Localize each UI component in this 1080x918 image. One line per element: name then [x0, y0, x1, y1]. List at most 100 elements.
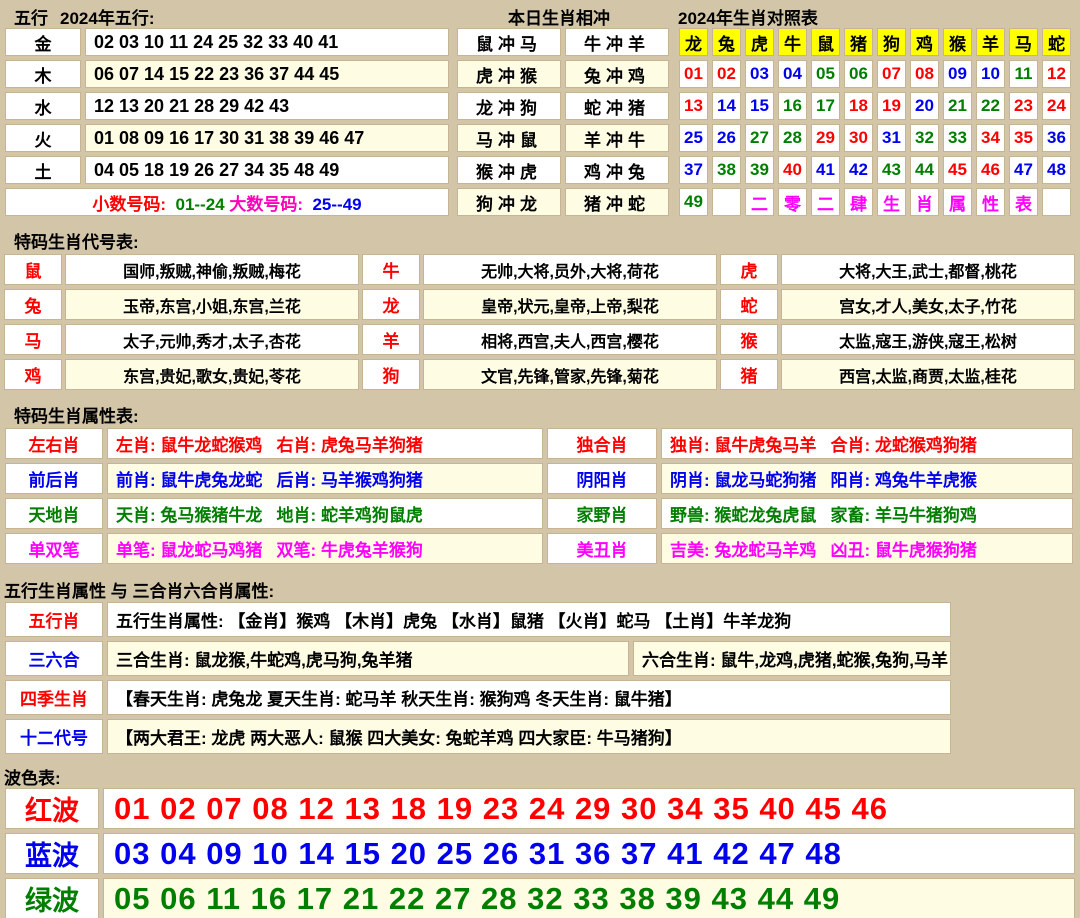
zodiac-number-cell: 15: [745, 92, 774, 120]
zodiac-number-cell: 46: [976, 156, 1005, 184]
zodiac-number-cell: 12: [1042, 60, 1071, 88]
attribute-label-cell: 单双笔: [5, 533, 103, 564]
sanhe-label-cell: 四季生肖: [5, 680, 103, 715]
attribute-value-cell: 左肖: 鼠牛龙蛇猴鸡 右肖: 虎兔马羊狗猪: [107, 428, 543, 459]
zodiac-final-cell: 属: [943, 188, 972, 216]
zodiac-nickname-table: 鼠国师,叛贼,神偷,叛贼,梅花牛无帅,大将,员外,大将,荷花虎大将,大王,武士,…: [1, 250, 1078, 394]
conflict-cell: 猪冲蛇: [565, 188, 669, 216]
zodiac-header-cell: 马: [1009, 28, 1038, 56]
attribute-label-cell: 前后肖: [5, 463, 103, 494]
wave-numbers-cell: 01 02 07 08 12 13 18 19 23 24 29 30 34 3…: [103, 788, 1075, 829]
zodiac-number-cell: 24: [1042, 92, 1071, 120]
conflict-cell: 蛇冲猪: [565, 92, 669, 120]
sanhe-label-cell: 三六合: [5, 641, 103, 676]
five-elements-table: 金02 03 10 11 24 25 32 33 40 41木06 07 14 …: [1, 24, 453, 220]
zodiac-header-cell: 鸡: [910, 28, 939, 56]
element-label-cell: 金: [5, 28, 81, 56]
nickname-zodiac-cell: 龙: [362, 289, 420, 320]
nickname-zodiac-cell: 兔: [4, 289, 62, 320]
zodiac-number-cell: 43: [877, 156, 906, 184]
sanhe-value-cell: 三合生肖: 鼠龙猴,牛蛇鸡,虎马狗,兔羊猪: [107, 641, 629, 676]
zodiac-number-cell: 17: [811, 92, 840, 120]
nickname-zodiac-cell: 猪: [720, 359, 778, 390]
nickname-zodiac-cell: 鼠: [4, 254, 62, 285]
element-numbers-cell: 04 05 18 19 26 27 34 35 48 49: [85, 156, 449, 184]
element-numbers-cell: 12 13 20 21 28 29 42 43: [85, 92, 449, 120]
zodiac-number-cell: 09: [943, 60, 972, 88]
zodiac-final-cell: 49: [679, 188, 708, 216]
zodiac-header-cell: 蛇: [1042, 28, 1071, 56]
zodiac-number-cell: 08: [910, 60, 939, 88]
sanhe-value-cell: 五行生肖属性: 【金肖】猴鸡 【木肖】虎兔 【水肖】鼠猪 【火肖】蛇马 【土肖】…: [107, 602, 951, 637]
zodiac-number-cell: 04: [778, 60, 807, 88]
element-label-cell: 木: [5, 60, 81, 88]
wuxing-sanhe-table: 五行肖五行生肖属性: 【金肖】猴鸡 【木肖】虎兔 【水肖】鼠猪 【火肖】蛇马 【…: [1, 598, 955, 758]
nickname-desc-cell: 太子,元帅,秀才,太子,杏花: [65, 324, 359, 355]
nickname-zodiac-cell: 狗: [362, 359, 420, 390]
nickname-zodiac-cell: 猴: [720, 324, 778, 355]
zodiac-header-cell: 狗: [877, 28, 906, 56]
zodiac-number-cell: 29: [811, 124, 840, 152]
element-label-cell: 土: [5, 156, 81, 184]
wave-label-cell: 蓝波: [5, 833, 99, 874]
zodiac-number-cell: 31: [877, 124, 906, 152]
zodiac-number-cell: 36: [1042, 124, 1071, 152]
sanhe-value-cell: 六合生肖: 鼠牛,龙鸡,虎猪,蛇猴,兔狗,马羊: [633, 641, 951, 676]
size-note-run: 大数号码:: [225, 195, 308, 214]
zodiac-number-cell: 48: [1042, 156, 1071, 184]
zodiac-number-cell: 01: [679, 60, 708, 88]
attribute-label-cell: 天地肖: [5, 498, 103, 529]
element-label-cell: 火: [5, 124, 81, 152]
attribute-value-cell: 天肖: 兔马猴猪牛龙 地肖: 蛇羊鸡狗鼠虎: [107, 498, 543, 529]
wave-numbers-cell: 05 06 11 16 17 21 22 27 28 32 33 38 39 4…: [103, 878, 1075, 918]
zodiac-final-cell: 肖: [910, 188, 939, 216]
nickname-zodiac-cell: 马: [4, 324, 62, 355]
zodiac-header-cell: 兔: [712, 28, 741, 56]
nickname-desc-cell: 宫女,才人,美女,太子,竹花: [781, 289, 1075, 320]
nickname-zodiac-cell: 鸡: [4, 359, 62, 390]
element-label-cell: 水: [5, 92, 81, 120]
nickname-desc-cell: 皇帝,状元,皇帝,上帝,梨花: [423, 289, 717, 320]
zodiac-final-cell: 肆: [844, 188, 873, 216]
zodiac-header-cell: 牛: [778, 28, 807, 56]
attribute-label-cell: 左右肖: [5, 428, 103, 459]
zodiac-number-cell: 05: [811, 60, 840, 88]
nickname-zodiac-cell: 虎: [720, 254, 778, 285]
conflict-cell: 鸡冲兔: [565, 156, 669, 184]
attribute-label-cell: 阴阳肖: [547, 463, 657, 494]
conflict-cell: 兔冲鸡: [565, 60, 669, 88]
zodiac-number-cell: 41: [811, 156, 840, 184]
zodiac-number-cell: 42: [844, 156, 873, 184]
element-numbers-cell: 06 07 14 15 22 23 36 37 44 45: [85, 60, 449, 88]
zodiac-reference-page: 五行 2024年五行: 本日生肖相冲 2024年生肖对照表 金02 03 10 …: [0, 0, 1080, 918]
nickname-desc-cell: 相将,西宫,夫人,西宫,樱花: [423, 324, 717, 355]
zodiac-number-cell: 39: [745, 156, 774, 184]
zodiac-number-cell: 40: [778, 156, 807, 184]
zodiac-final-cell: 二: [745, 188, 774, 216]
element-numbers-cell: 02 03 10 11 24 25 32 33 40 41: [85, 28, 449, 56]
conflict-cell: 虎冲猴: [457, 60, 561, 88]
zodiac-number-cell: 10: [976, 60, 1005, 88]
zodiac-empty-cell: [1042, 188, 1071, 216]
zodiac-number-cell: 45: [943, 156, 972, 184]
zodiac-number-cell: 44: [910, 156, 939, 184]
attribute-label-cell: 家野肖: [547, 498, 657, 529]
zodiac-header-cell: 虎: [745, 28, 774, 56]
zodiac-number-cell: 37: [679, 156, 708, 184]
zodiac-number-cell: 26: [712, 124, 741, 152]
conflict-cell: 鼠冲马: [457, 28, 561, 56]
conflict-cell: 猴冲虎: [457, 156, 561, 184]
conflict-cell: 牛冲羊: [565, 28, 669, 56]
conflict-cell: 羊冲牛: [565, 124, 669, 152]
element-numbers-cell: 01 08 09 16 17 30 31 38 39 46 47: [85, 124, 449, 152]
conflict-cell: 马冲鼠: [457, 124, 561, 152]
zodiac-number-cell: 34: [976, 124, 1005, 152]
zodiac-number-cell: 33: [943, 124, 972, 152]
nickname-desc-cell: 西宫,太监,商贾,太监,桂花: [781, 359, 1075, 390]
zodiac-number-cell: 18: [844, 92, 873, 120]
wave-label-cell: 绿波: [5, 878, 99, 918]
nickname-desc-cell: 大将,大王,武士,都督,桃花: [781, 254, 1075, 285]
zodiac-number-cell: 19: [877, 92, 906, 120]
zodiac-number-cell: 16: [778, 92, 807, 120]
zodiac-number-cell: 28: [778, 124, 807, 152]
